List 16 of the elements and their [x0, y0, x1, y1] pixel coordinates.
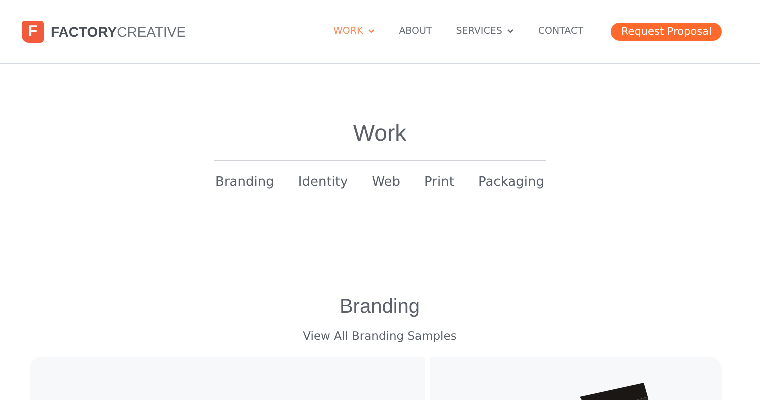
caret-icon	[507, 29, 514, 34]
view-all-link[interactable]: View All Branding Samples	[0, 329, 760, 343]
filter-link[interactable]: Print	[424, 175, 454, 190]
nav-link[interactable]: SERVICES	[456, 26, 514, 37]
logo-text[interactable]: CREATIVE	[117, 24, 186, 40]
filter-link[interactable]: Branding	[216, 175, 274, 190]
page-title: Work	[352, 120, 408, 147]
logo-icon[interactable]: F	[22, 20, 44, 42]
nav-link[interactable]: CONTACT	[538, 26, 584, 37]
logo-text[interactable]: FACTORY	[51, 24, 118, 40]
nav-link[interactable]: ABOUT	[399, 26, 432, 37]
caret-icon	[368, 29, 376, 34]
filter-link[interactable]: Identity	[298, 175, 348, 190]
filter-link[interactable]: Packaging	[478, 175, 544, 190]
filter-link[interactable]: Web	[372, 175, 401, 190]
section-title: Branding	[338, 296, 422, 319]
